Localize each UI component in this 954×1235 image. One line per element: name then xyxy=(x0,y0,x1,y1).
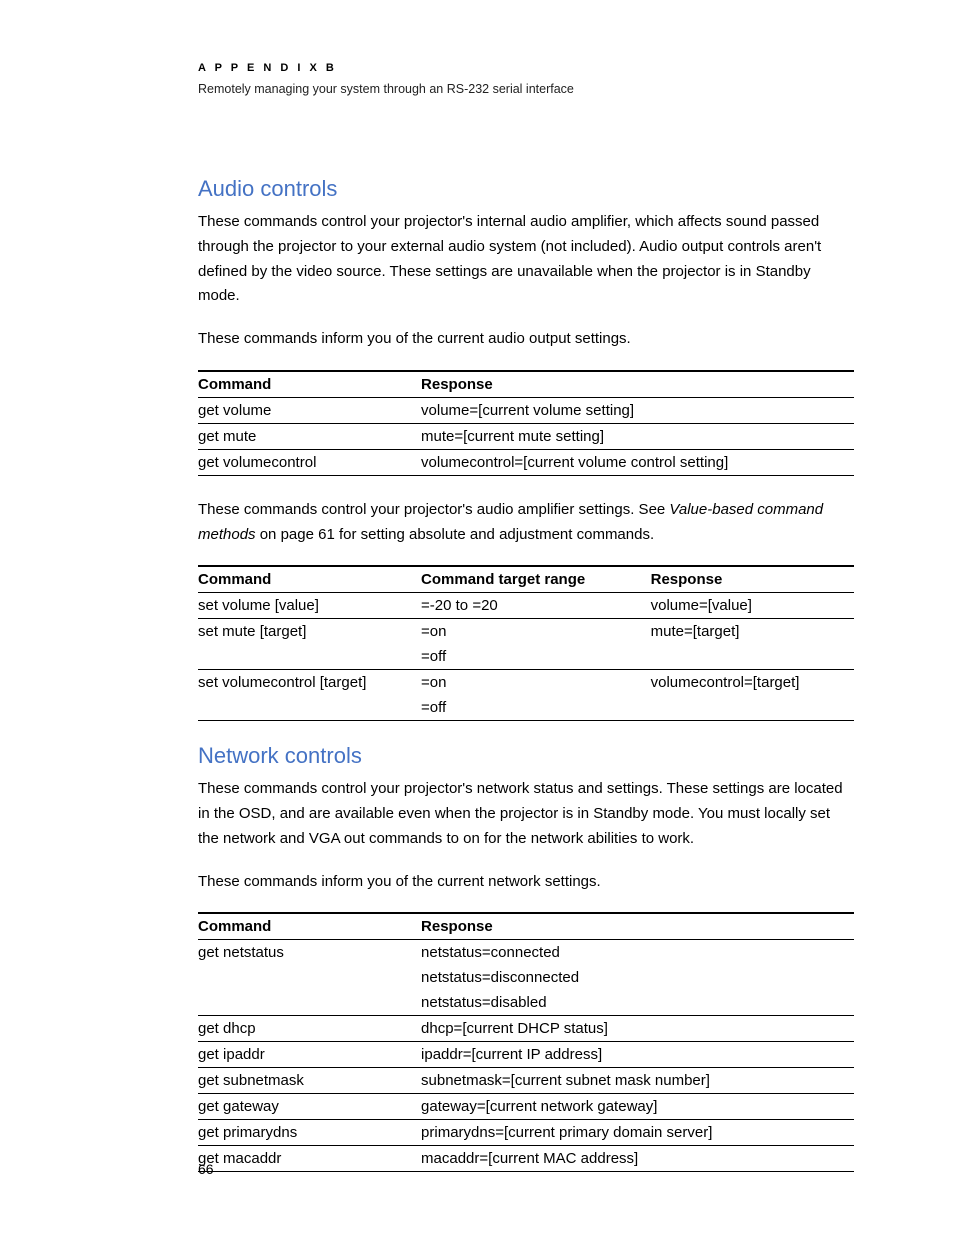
table-row: get primarydns primarydns=[current prima… xyxy=(198,1120,854,1146)
cell-response: netstatus=connected xyxy=(421,940,854,966)
cell-response: netstatus=disabled xyxy=(421,990,854,1016)
table-row: get netstatus netstatus=connected xyxy=(198,940,854,966)
audio-para1: These commands control your projector's … xyxy=(198,210,854,309)
cell-command: get gateway xyxy=(198,1094,421,1120)
cell-target: =on xyxy=(421,619,651,645)
cell-command: get volume xyxy=(198,397,421,423)
cell-command: set volume [value] xyxy=(198,593,421,619)
cell-command: set mute [target] xyxy=(198,619,421,645)
cell-response: mute=[target] xyxy=(651,619,854,645)
table1-header-command: Command xyxy=(198,371,421,398)
table1-header-response: Response xyxy=(421,371,854,398)
cell-command: get ipaddr xyxy=(198,1042,421,1068)
cell-command xyxy=(198,990,421,1016)
cell-command xyxy=(198,695,421,721)
network-get-table: Command Response get netstatus netstatus… xyxy=(198,912,854,1172)
cell-response xyxy=(651,695,854,721)
table3-header-command: Command xyxy=(198,913,421,940)
table-row: get subnetmask subnetmask=[current subne… xyxy=(198,1068,854,1094)
cell-target: =off xyxy=(421,644,651,670)
cell-response: volume=[value] xyxy=(651,593,854,619)
para3-part1: These commands control your projector's … xyxy=(198,501,669,518)
audio-controls-heading: Audio controls xyxy=(198,176,854,202)
cell-command: get macaddr xyxy=(198,1146,421,1172)
cell-response: subnetmask=[current subnet mask number] xyxy=(421,1068,854,1094)
audio-para3: These commands control your projector's … xyxy=(198,498,854,548)
table2-header-target: Command target range xyxy=(421,566,651,593)
cell-response: macaddr=[current MAC address] xyxy=(421,1146,854,1172)
page-number: 66 xyxy=(198,1161,214,1177)
table-row: set mute [target] =on mute=[target] xyxy=(198,619,854,645)
cell-response: primarydns=[current primary domain serve… xyxy=(421,1120,854,1146)
header-subtitle: Remotely managing your system through an… xyxy=(198,82,854,96)
cell-command: get subnetmask xyxy=(198,1068,421,1094)
cell-response: volumecontrol=[current volume control se… xyxy=(421,449,854,475)
cell-response: dhcp=[current DHCP status] xyxy=(421,1016,854,1042)
table-row: netstatus=disconnected xyxy=(198,965,854,990)
cell-command: set volumecontrol [target] xyxy=(198,670,421,696)
cell-command: get dhcp xyxy=(198,1016,421,1042)
table-row: get volume volume=[current volume settin… xyxy=(198,397,854,423)
audio-set-table: Command Command target range Response se… xyxy=(198,565,854,721)
cell-response: volume=[current volume setting] xyxy=(421,397,854,423)
network-para1: These commands control your projector's … xyxy=(198,777,854,851)
appendix-label: A P P E N D I X B xyxy=(198,62,854,74)
table-row: get dhcp dhcp=[current DHCP status] xyxy=(198,1016,854,1042)
cell-target: =off xyxy=(421,695,651,721)
cell-command xyxy=(198,644,421,670)
table-row: get volumecontrol volumecontrol=[current… xyxy=(198,449,854,475)
table-row: get mute mute=[current mute setting] xyxy=(198,423,854,449)
table-row: get ipaddr ipaddr=[current IP address] xyxy=(198,1042,854,1068)
para3-part2: on page 61 for setting absolute and adju… xyxy=(256,526,655,543)
table-row: get gateway gateway=[current network gat… xyxy=(198,1094,854,1120)
table2-header-response: Response xyxy=(651,566,854,593)
cell-response xyxy=(651,644,854,670)
network-controls-heading: Network controls xyxy=(198,743,854,769)
audio-para2: These commands inform you of the current… xyxy=(198,327,854,352)
table-row: set volumecontrol [target] =on volumecon… xyxy=(198,670,854,696)
cell-response: mute=[current mute setting] xyxy=(421,423,854,449)
table-row: get macaddr macaddr=[current MAC address… xyxy=(198,1146,854,1172)
network-para2: These commands inform you of the current… xyxy=(198,870,854,895)
table-row: =off xyxy=(198,695,854,721)
cell-command xyxy=(198,965,421,990)
table2-header-command: Command xyxy=(198,566,421,593)
cell-response: ipaddr=[current IP address] xyxy=(421,1042,854,1068)
audio-get-table: Command Response get volume volume=[curr… xyxy=(198,370,854,476)
cell-command: get volumecontrol xyxy=(198,449,421,475)
page: A P P E N D I X B Remotely managing your… xyxy=(0,0,954,1235)
table3-header-response: Response xyxy=(421,913,854,940)
cell-target: =-20 to =20 xyxy=(421,593,651,619)
cell-target: =on xyxy=(421,670,651,696)
table-row: netstatus=disabled xyxy=(198,990,854,1016)
cell-response: netstatus=disconnected xyxy=(421,965,854,990)
cell-response: volumecontrol=[target] xyxy=(651,670,854,696)
cell-command: get netstatus xyxy=(198,940,421,966)
table-row: set volume [value] =-20 to =20 volume=[v… xyxy=(198,593,854,619)
table-row: =off xyxy=(198,644,854,670)
cell-command: get mute xyxy=(198,423,421,449)
cell-response: gateway=[current network gateway] xyxy=(421,1094,854,1120)
cell-command: get primarydns xyxy=(198,1120,421,1146)
